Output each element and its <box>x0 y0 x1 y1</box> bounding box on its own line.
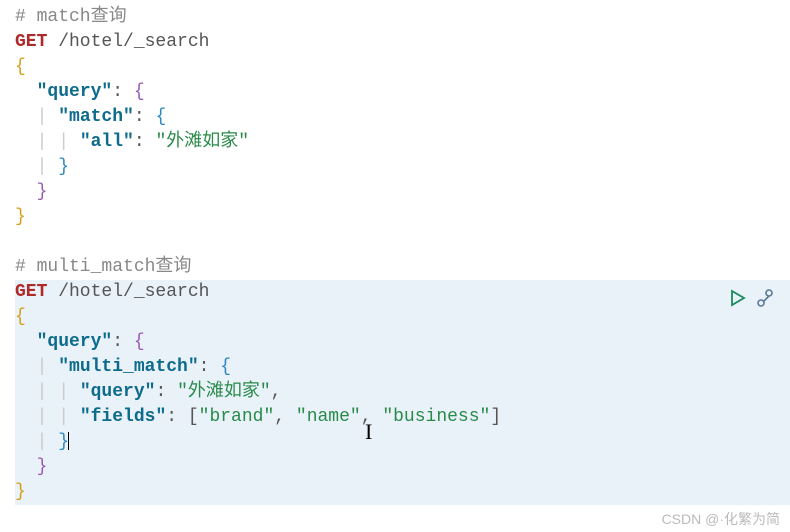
action-icons-row <box>727 288 775 308</box>
json-key: "match" <box>58 107 134 127</box>
json-key: "fields" <box>80 407 166 427</box>
json-string: "brand" <box>199 407 275 427</box>
json-key: "query" <box>37 332 113 352</box>
brace: { <box>15 57 26 77</box>
json-key: "query" <box>80 382 156 402</box>
watermark-text: CSDN @·化繁为简 <box>662 509 780 529</box>
json-string: "name" <box>296 407 361 427</box>
json-key: "multi_match" <box>58 357 198 377</box>
json-key: "query" <box>37 82 113 102</box>
request-path: /hotel/_search <box>47 32 209 52</box>
run-query-button[interactable] <box>727 288 747 308</box>
json-string: "business" <box>382 407 490 427</box>
text-cursor <box>68 432 69 450</box>
json-string: "外滩如家" <box>177 382 271 402</box>
comment-text: # multi_match查询 <box>15 257 191 277</box>
comment-text: # match查询 <box>15 7 127 27</box>
http-method: GET <box>15 282 47 302</box>
json-string: "外滩如家" <box>155 132 249 152</box>
settings-button[interactable] <box>755 288 775 308</box>
code-editor[interactable]: # match查询 GET /hotel/_search { "query": … <box>0 0 790 510</box>
request-path: /hotel/_search <box>47 282 209 302</box>
json-key: "all" <box>80 132 134 152</box>
http-method: GET <box>15 32 47 52</box>
